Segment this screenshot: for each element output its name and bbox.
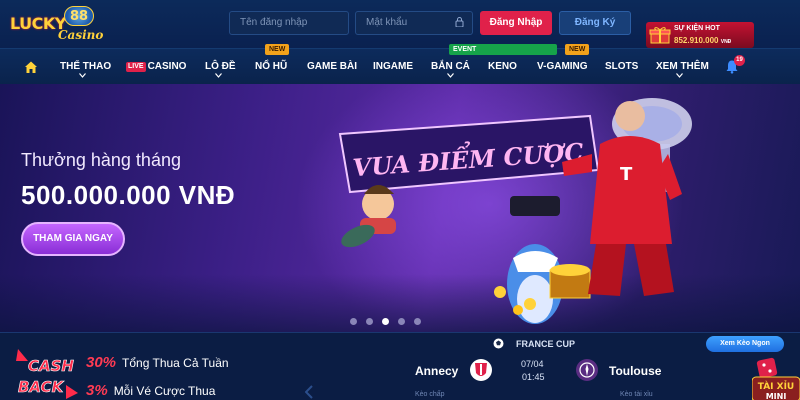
hot-event-label: SỰ KIỆN HOT xyxy=(674,25,720,32)
hot-event-unit: VNĐ xyxy=(720,39,732,45)
nav-item-v-gaming[interactable]: NEW V-GAMING xyxy=(537,44,590,85)
home-team-name[interactable]: Annecy xyxy=(415,364,458,378)
cashback-line1: CASH xyxy=(28,357,74,375)
nav-item-label: SLOTS xyxy=(605,61,639,72)
svg-text:T: T xyxy=(620,164,633,185)
page: LUCKY 88 Casino Tên đăng nhập Mật khẩu Đ… xyxy=(0,0,800,400)
password-placeholder: Mật khẩu xyxy=(366,17,408,28)
promo-strip: CASH BACK 30% Tổng Thua Cả Tuần 3% Mỗi Vé … xyxy=(0,332,800,400)
nav-item-label: NỔ HŨ xyxy=(255,61,288,72)
headline-art-sign: VUA ĐIỂM CƯỢC xyxy=(338,114,600,194)
carousel-dot[interactable] xyxy=(366,318,373,325)
live-badge: LIVE xyxy=(126,62,146,72)
join-now-button[interactable]: THAM GIA NGAY xyxy=(21,222,125,256)
cashback-row2-pct: 3% xyxy=(86,382,108,399)
logo-number: 88 xyxy=(64,6,94,26)
nav-item-game-bai[interactable]: GAME BÀI xyxy=(307,49,357,85)
nav-item-ingame[interactable]: INGAME xyxy=(373,49,413,85)
chevron-down-icon xyxy=(215,73,222,78)
nav-item-label: THỂ THAO xyxy=(60,61,112,72)
cashback-row-weekly: 30% Tổng Thua Cả Tuần xyxy=(86,354,229,371)
site-logo[interactable]: LUCKY 88 Casino xyxy=(8,6,104,42)
lock-icon[interactable] xyxy=(455,17,464,27)
carousel-dot[interactable] xyxy=(398,318,405,325)
top-header: LUCKY 88 Casino Tên đăng nhập Mật khẩu Đ… xyxy=(0,0,800,48)
new-badge: NEW xyxy=(565,44,590,55)
chevron-down-icon xyxy=(79,73,86,78)
notification-count-badge: 19 xyxy=(734,55,745,66)
chevron-left-icon[interactable] xyxy=(305,385,313,399)
odds-handicap-label: Kèo chấp xyxy=(415,391,445,398)
password-input[interactable]: Mật khẩu xyxy=(355,11,473,35)
cashback-logo[interactable]: CASH BACK xyxy=(14,347,80,400)
nav-item-label: GAME BÀI xyxy=(307,61,357,72)
home-team-crest-icon xyxy=(470,359,492,381)
ball-icon xyxy=(493,338,504,349)
cashback-row1-pct: 30% xyxy=(86,354,117,371)
cashback-row2-text: Mỗi Vé Cược Thua xyxy=(113,384,216,398)
away-team-crest-icon xyxy=(576,359,598,381)
nav-item-no-hu[interactable]: NEW NỔ HŨ xyxy=(255,44,290,85)
kid-rocket-mascot xyxy=(341,185,396,248)
match-time: 01:45 xyxy=(522,372,545,382)
banner-amount: 500.000.000 VNĐ xyxy=(21,180,236,210)
nav-item-label: CASINO xyxy=(147,61,187,72)
nav-item-lo-de[interactable]: LÔ ĐỀ xyxy=(205,49,236,85)
view-odds-button[interactable]: Xem Kèo Ngon xyxy=(706,336,784,352)
home-icon[interactable] xyxy=(24,60,38,74)
logo-subtext: Casino xyxy=(58,28,104,42)
taixiu-sublabel: MINI xyxy=(766,392,787,400)
nav-item-ban-ca[interactable]: EVENT BẮN CÁ xyxy=(431,44,557,85)
carousel-dot[interactable] xyxy=(350,318,357,325)
nav-item-label: V-GAMING xyxy=(537,61,588,72)
register-button[interactable]: Đăng Ký xyxy=(559,11,631,35)
cashback-row-per-ticket: 3% Mỗi Vé Cược Thua xyxy=(86,382,215,399)
nav-item-label: KENO xyxy=(488,61,517,72)
login-button[interactable]: Đăng Nhập xyxy=(480,11,552,35)
new-badge: NEW xyxy=(265,44,290,55)
nav-item-keno[interactable]: KENO xyxy=(488,49,517,85)
nav-item-slots[interactable]: SLOTS xyxy=(605,49,638,85)
hot-event-value: 852.910.000 VNĐ xyxy=(674,36,731,45)
chevron-down-icon xyxy=(676,73,683,78)
carousel-dots xyxy=(346,318,426,328)
cashback-row1-text: Tổng Thua Cả Tuần xyxy=(122,356,229,370)
tai-xiu-mini-widget[interactable]: TÀI XỈU MINI xyxy=(752,355,800,400)
main-nav: THỂ THAO LIVE CASINO LÔ ĐỀ NEW NỔ HŨ GAME… xyxy=(0,44,800,85)
away-team-name[interactable]: Toulouse xyxy=(609,364,661,378)
hot-event-banner[interactable]: SỰ KIỆN HOT 852.910.000 VNĐ xyxy=(646,22,754,48)
username-input[interactable]: Tên đăng nhập xyxy=(229,11,349,35)
hot-event-amount: 852.910.000 xyxy=(674,36,719,45)
nav-item-label: XEM THÊM xyxy=(656,61,709,72)
nav-item-xem-them[interactable]: XEM THÊM xyxy=(656,49,709,85)
odds-over-under-label: Kèo tài xỉu xyxy=(620,391,653,398)
cashback-line2: BACK xyxy=(18,378,65,396)
nav-item-label: INGAME xyxy=(373,61,413,72)
gift-icon xyxy=(649,27,671,44)
promo-banner[interactable]: VUA ĐIỂM CƯỢC T Thưởng hàng tháng 500.00… xyxy=(0,84,800,332)
league-name: FRANCE CUP xyxy=(516,339,576,349)
nav-item-label: LÔ ĐỀ xyxy=(205,61,236,72)
chevron-down-icon xyxy=(447,73,454,78)
carousel-dot[interactable] xyxy=(414,318,421,325)
match-date: 07/04 xyxy=(521,359,544,369)
nav-item-the-thao[interactable]: THỂ THAO xyxy=(60,49,111,85)
carousel-dot-active[interactable] xyxy=(382,318,389,325)
taixiu-label: TÀI XỈU xyxy=(758,380,794,392)
nav-item-casino[interactable]: LIVE CASINO xyxy=(126,49,186,85)
banner-artwork: VUA ĐIỂM CƯỢC T xyxy=(338,98,692,324)
nav-item-label: BẮN CÁ xyxy=(431,61,470,72)
banner-subtitle: Thưởng hàng tháng xyxy=(21,150,181,170)
